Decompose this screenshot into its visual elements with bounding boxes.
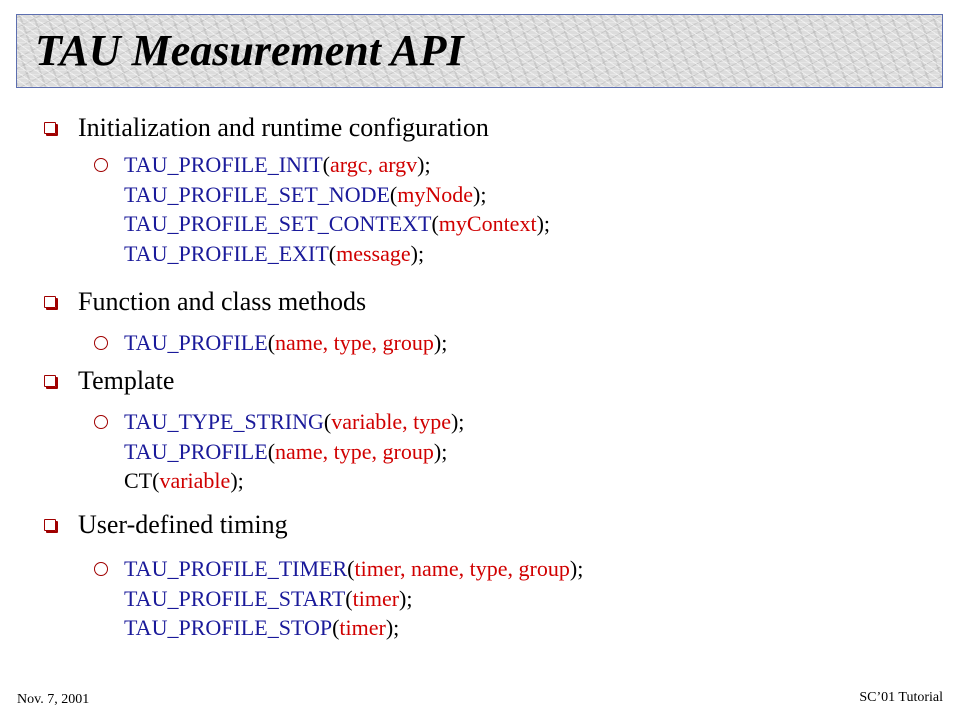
square-bullet-icon <box>44 122 56 134</box>
code-punctuation: ); <box>433 330 448 355</box>
square-bullet-icon <box>44 375 56 387</box>
code-block-timing: TAU_PROFILE_TIMER (timer, name, type, gro… <box>94 554 583 643</box>
code-block-template: TAU_TYPE_STRING(variable, type); TAU_PRO… <box>94 407 464 496</box>
section-heading-timing: User-defined timing <box>44 510 288 540</box>
circle-bullet-icon <box>94 158 108 172</box>
section-heading-label: Template <box>78 366 175 395</box>
square-bullet-icon <box>44 296 56 308</box>
code-line: TAU_PROFILE_TIMER(timer, name, type, gro… <box>124 554 583 584</box>
function-arguments: timer <box>339 615 386 640</box>
code-line: TAU_PROFILE_EXIT(message); <box>124 239 550 269</box>
code-punctuation: ); <box>433 438 448 464</box>
section-heading-label: User-defined timing <box>78 510 288 539</box>
footer-event: SC’01 Tutorial <box>859 690 943 705</box>
function-name: TAU_PROFILE_STOP <box>124 615 333 640</box>
section-heading-label: Function and class methods <box>78 287 367 316</box>
function-arguments: message <box>336 240 411 266</box>
function-name: TAU_PROFILE_EXIT <box>124 240 329 266</box>
code-punctuation: ( <box>267 330 276 355</box>
title-bar: TAU Measurement API <box>16 14 943 88</box>
code-punctuation: CT( <box>124 468 160 493</box>
code-punctuation: ( <box>267 438 276 464</box>
slide-title: TAU Measurement API <box>35 26 464 75</box>
code-punctuation: ); <box>450 409 465 434</box>
function-name: TAU_PROFILE_TIMER <box>124 556 348 581</box>
function-name: TAU_TYPE_STRING <box>124 409 324 434</box>
code-punctuation: ); <box>385 615 400 640</box>
code-line: TAU_PROFILE_START(timer); <box>124 584 583 614</box>
function-arguments: variable <box>159 468 231 493</box>
footer-date: Nov. 7, 2001 <box>17 692 90 707</box>
code-punctuation: ); <box>410 240 425 266</box>
section-heading-initialization: Initialization and runtime configuration <box>44 113 489 143</box>
function-name: TAU_PROFILE_INIT <box>124 152 323 177</box>
code-block-initialization: TAU_PROFILE_INIT(argc, argv); TAU_PROFIL… <box>94 150 550 269</box>
function-name: TAU_PROFILE_SET_CONTEXT <box>124 211 432 236</box>
function-arguments: timer, name, type, group <box>354 556 570 581</box>
circle-bullet-icon <box>94 562 108 576</box>
function-name: TAU_PROFILE <box>124 330 268 355</box>
function-arguments: argc, argv <box>330 152 418 177</box>
code-line: TAU_PROFILE(name, type, group); <box>124 328 447 358</box>
code-punctuation: ); <box>536 211 551 236</box>
function-arguments: myNode <box>397 181 473 207</box>
code-punctuation: ); <box>417 152 431 177</box>
function-arguments: variable, type <box>331 409 451 434</box>
function-name: TAU_PROFILE_SET_NODE <box>124 181 390 207</box>
function-name: TAU_PROFILE <box>124 438 268 464</box>
code-line: CT(variable); <box>124 466 464 496</box>
code-punctuation: ( <box>328 240 337 266</box>
code-line: TAU_PROFILE_SET_NODE(myNode); <box>124 180 550 210</box>
section-heading-label: Initialization and runtime configuration <box>78 113 489 142</box>
function-arguments: name, type, group <box>275 330 434 355</box>
code-line: TAU_PROFILE_INIT(argc, argv); <box>124 150 550 180</box>
circle-bullet-icon <box>94 415 108 429</box>
code-punctuation: ); <box>230 468 244 493</box>
code-line: TAU_PROFILE(name, type, group); <box>124 437 464 467</box>
code-block-functions: TAU_PROFILE(name, type, group); <box>94 328 447 358</box>
section-heading-template: Template <box>44 366 175 396</box>
code-line: TAU_PROFILE_STOP(timer); <box>124 613 583 643</box>
code-line: TAU_PROFILE_SET_CONTEXT(myContext); <box>124 209 550 239</box>
code-punctuation: ( <box>431 211 439 236</box>
function-arguments: name, type, group <box>275 438 434 464</box>
code-punctuation: ); <box>399 585 413 611</box>
square-bullet-icon <box>44 519 56 531</box>
code-punctuation: ); <box>569 556 584 581</box>
function-arguments: myContext <box>438 211 537 236</box>
circle-bullet-icon <box>94 336 108 350</box>
code-line: TAU_TYPE_STRING(variable, type); <box>124 407 464 437</box>
code-punctuation: ( <box>322 152 330 177</box>
section-heading-functions: Function and class methods <box>44 287 367 317</box>
function-arguments: timer <box>352 585 400 611</box>
code-punctuation: ( <box>345 585 353 611</box>
function-name: TAU_PROFILE_START <box>124 585 346 611</box>
code-punctuation: ); <box>473 181 487 207</box>
